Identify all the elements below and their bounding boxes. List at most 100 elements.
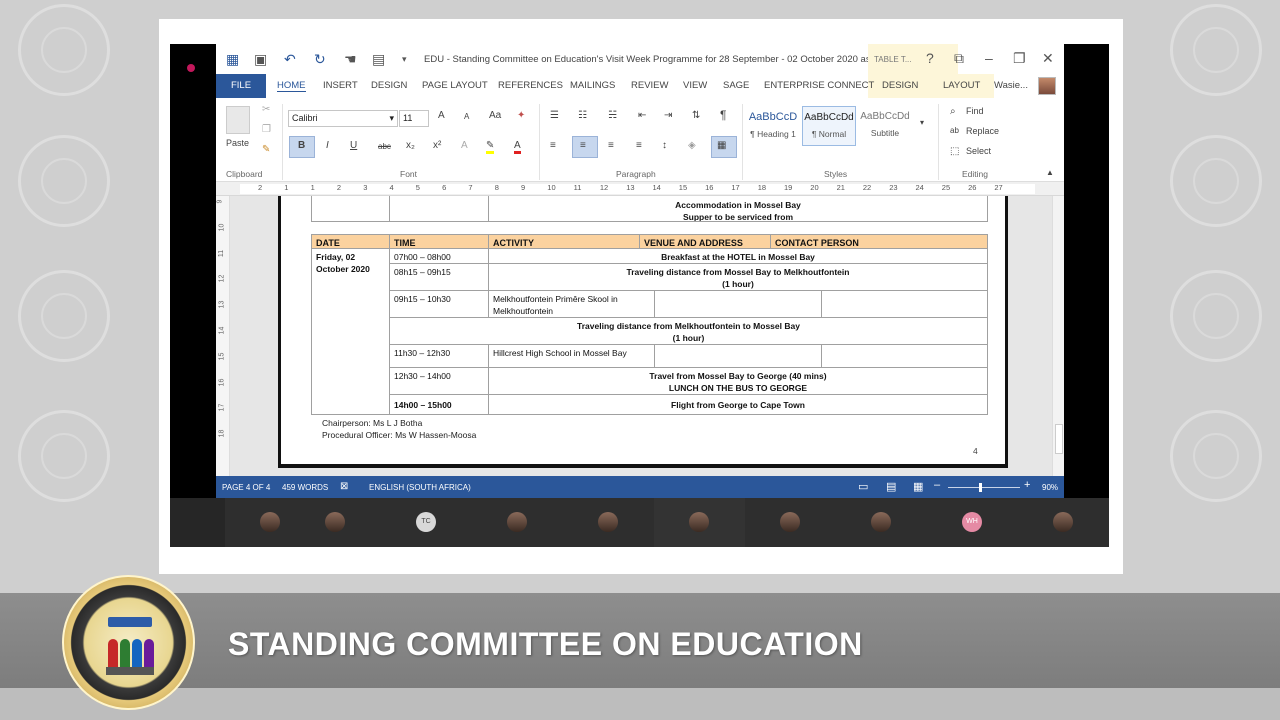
table-cell[interactable]: Accommodation in Mossel Bay Supper to be… [488, 196, 988, 222]
font-name-input[interactable]: Calibri ▾ [288, 110, 398, 127]
tab-insert[interactable]: INSERT [323, 80, 358, 91]
print-layout-icon[interactable]: ▤ [886, 480, 896, 493]
zoom-level[interactable]: 90% [1042, 483, 1058, 492]
activity-cell[interactable]: Traveling distance from Melkhoutfontein … [389, 317, 988, 345]
read-mode-icon[interactable]: ▭ [858, 480, 868, 493]
web-layout-icon[interactable]: ▦ [913, 480, 923, 493]
customize-qat-icon[interactable]: ▾ [402, 54, 407, 65]
select-icon[interactable]: ⬚ [950, 146, 959, 157]
bold-button[interactable]: B [298, 140, 305, 151]
replace-button[interactable]: Replace [966, 126, 999, 136]
activity-cell[interactable]: Breakfast at the HOTEL in Mossel Bay [488, 248, 988, 264]
multilevel-list-icon[interactable]: ☵ [608, 110, 617, 121]
superscript-button[interactable]: x² [433, 140, 441, 151]
touch-mode-icon[interactable]: ☚ [344, 51, 357, 68]
style-subtitle[interactable]: AaBbCcDd Subtitle [858, 106, 912, 146]
styles-more-icon[interactable]: ▾ [920, 118, 924, 127]
participant-tile[interactable] [563, 498, 654, 547]
tab-references[interactable]: REFERENCES [498, 80, 563, 91]
shrink-font-icon[interactable]: A [464, 112, 469, 121]
time-cell[interactable]: 14h00 – 15h00 [389, 394, 489, 415]
collapse-ribbon-icon[interactable]: ▲ [1046, 168, 1054, 177]
copy-icon[interactable]: ❐ [262, 124, 271, 135]
activity-cell[interactable]: Flight from George to Cape Town [488, 394, 988, 415]
underline-button[interactable]: U [350, 140, 357, 151]
time-cell[interactable]: 12h30 – 14h00 [389, 367, 489, 395]
time-cell[interactable]: 08h15 – 09h15 [389, 263, 489, 291]
shading-icon[interactable]: ◈ [688, 140, 696, 151]
time-cell[interactable]: 09h15 – 10h30 [389, 290, 489, 318]
style-normal[interactable]: AaBbCcDd ¶ Normal [802, 106, 856, 146]
scrollbar-thumb[interactable] [1055, 424, 1063, 454]
tab-enterprise-connect[interactable]: ENTERPRISE CONNECT [764, 80, 874, 91]
align-center-icon[interactable]: ≡ [580, 140, 586, 151]
paste-icon[interactable] [226, 106, 250, 134]
borders-icon[interactable]: ▦ [717, 140, 726, 151]
tab-table-layout[interactable]: LAYOUT [943, 80, 980, 91]
activity-cell[interactable]: Hillcrest High School in Mossel Bay [488, 344, 655, 368]
tab-home[interactable]: HOME [277, 80, 306, 92]
format-painter-icon[interactable]: ✎ [262, 144, 270, 155]
clear-formatting-icon[interactable]: ✦ [517, 110, 525, 121]
undo-icon[interactable]: ↶ [284, 51, 296, 68]
participant-tile[interactable] [290, 498, 381, 547]
sort-icon[interactable]: ⇅ [692, 110, 700, 121]
cut-icon[interactable]: ✂ [262, 104, 270, 115]
select-button[interactable]: Select [966, 146, 991, 156]
word-count[interactable]: 459 WORDS [282, 483, 328, 492]
document-page[interactable]: Accommodation in Mossel Bay Supper to be… [278, 196, 1008, 468]
redo-icon[interactable]: ↻ [314, 51, 326, 68]
decrease-indent-icon[interactable]: ⇤ [638, 110, 646, 121]
save-icon[interactable]: ▣ [254, 51, 267, 68]
font-color-icon[interactable]: A [514, 140, 521, 154]
proofing-icon[interactable]: ⊠ [340, 481, 348, 492]
contact-cell[interactable] [821, 344, 988, 368]
contact-cell[interactable] [821, 290, 988, 318]
zoom-slider-thumb[interactable] [979, 483, 982, 492]
vertical-scrollbar[interactable] [1052, 196, 1064, 482]
zoom-out-icon[interactable]: – [934, 479, 940, 491]
zoom-slider[interactable] [948, 487, 1020, 488]
highlight-color-icon[interactable]: ✎ [486, 140, 495, 154]
tab-file[interactable]: FILE [216, 74, 266, 98]
find-button[interactable]: Find [966, 106, 984, 116]
participant-tile[interactable] [1018, 498, 1109, 547]
user-name[interactable]: Wasie... [994, 80, 1028, 91]
justify-icon[interactable]: ≡ [636, 140, 642, 151]
show-marks-icon[interactable]: ¶ [720, 108, 726, 122]
bullets-icon[interactable]: ☰ [550, 110, 559, 121]
participant-tile[interactable] [836, 498, 927, 547]
change-case-icon[interactable]: Aa [489, 110, 501, 121]
activity-cell[interactable]: Traveling distance from Mossel Bay to Me… [488, 263, 988, 291]
participant-tile[interactable]: WH [927, 498, 1018, 547]
quick-print-icon[interactable]: ▤ [372, 51, 385, 68]
tab-review[interactable]: REVIEW [631, 80, 668, 91]
participant-tile[interactable] [472, 498, 563, 547]
line-spacing-icon[interactable]: ↕ [662, 140, 667, 151]
table-cell[interactable] [389, 196, 489, 222]
style-heading-1[interactable]: AaBbCcD ¶ Heading 1 [746, 106, 800, 146]
align-right-icon[interactable]: ≡ [608, 140, 614, 151]
close-icon[interactable]: ✕ [1042, 50, 1054, 67]
tab-sage[interactable]: SAGE [723, 80, 749, 91]
time-cell[interactable]: 11h30 – 12h30 [389, 344, 489, 368]
user-avatar[interactable] [1038, 77, 1056, 95]
strikethrough-button[interactable]: abc [378, 142, 391, 151]
numbering-icon[interactable]: ☷ [578, 110, 587, 121]
zoom-in-icon[interactable]: + [1024, 479, 1030, 491]
grow-font-icon[interactable]: A [438, 110, 445, 121]
replace-icon[interactable]: ab [950, 126, 959, 135]
italic-button[interactable]: I [326, 140, 329, 151]
tab-mailings[interactable]: MAILINGS [570, 80, 615, 91]
venue-cell[interactable] [654, 290, 822, 318]
participant-tile[interactable] [745, 498, 836, 547]
date-cell[interactable]: Friday, 02 October 2020 [311, 248, 390, 415]
help-icon[interactable]: ? [926, 50, 934, 66]
find-icon[interactable]: ⌕ [950, 106, 956, 117]
align-left-icon[interactable]: ≡ [550, 140, 556, 151]
participant-tile[interactable]: TC [381, 498, 472, 547]
tab-table-design[interactable]: DESIGN [882, 80, 918, 91]
participant-tile[interactable] [654, 498, 745, 547]
tab-design[interactable]: DESIGN [371, 80, 407, 91]
tab-page-layout[interactable]: PAGE LAYOUT [422, 80, 488, 91]
